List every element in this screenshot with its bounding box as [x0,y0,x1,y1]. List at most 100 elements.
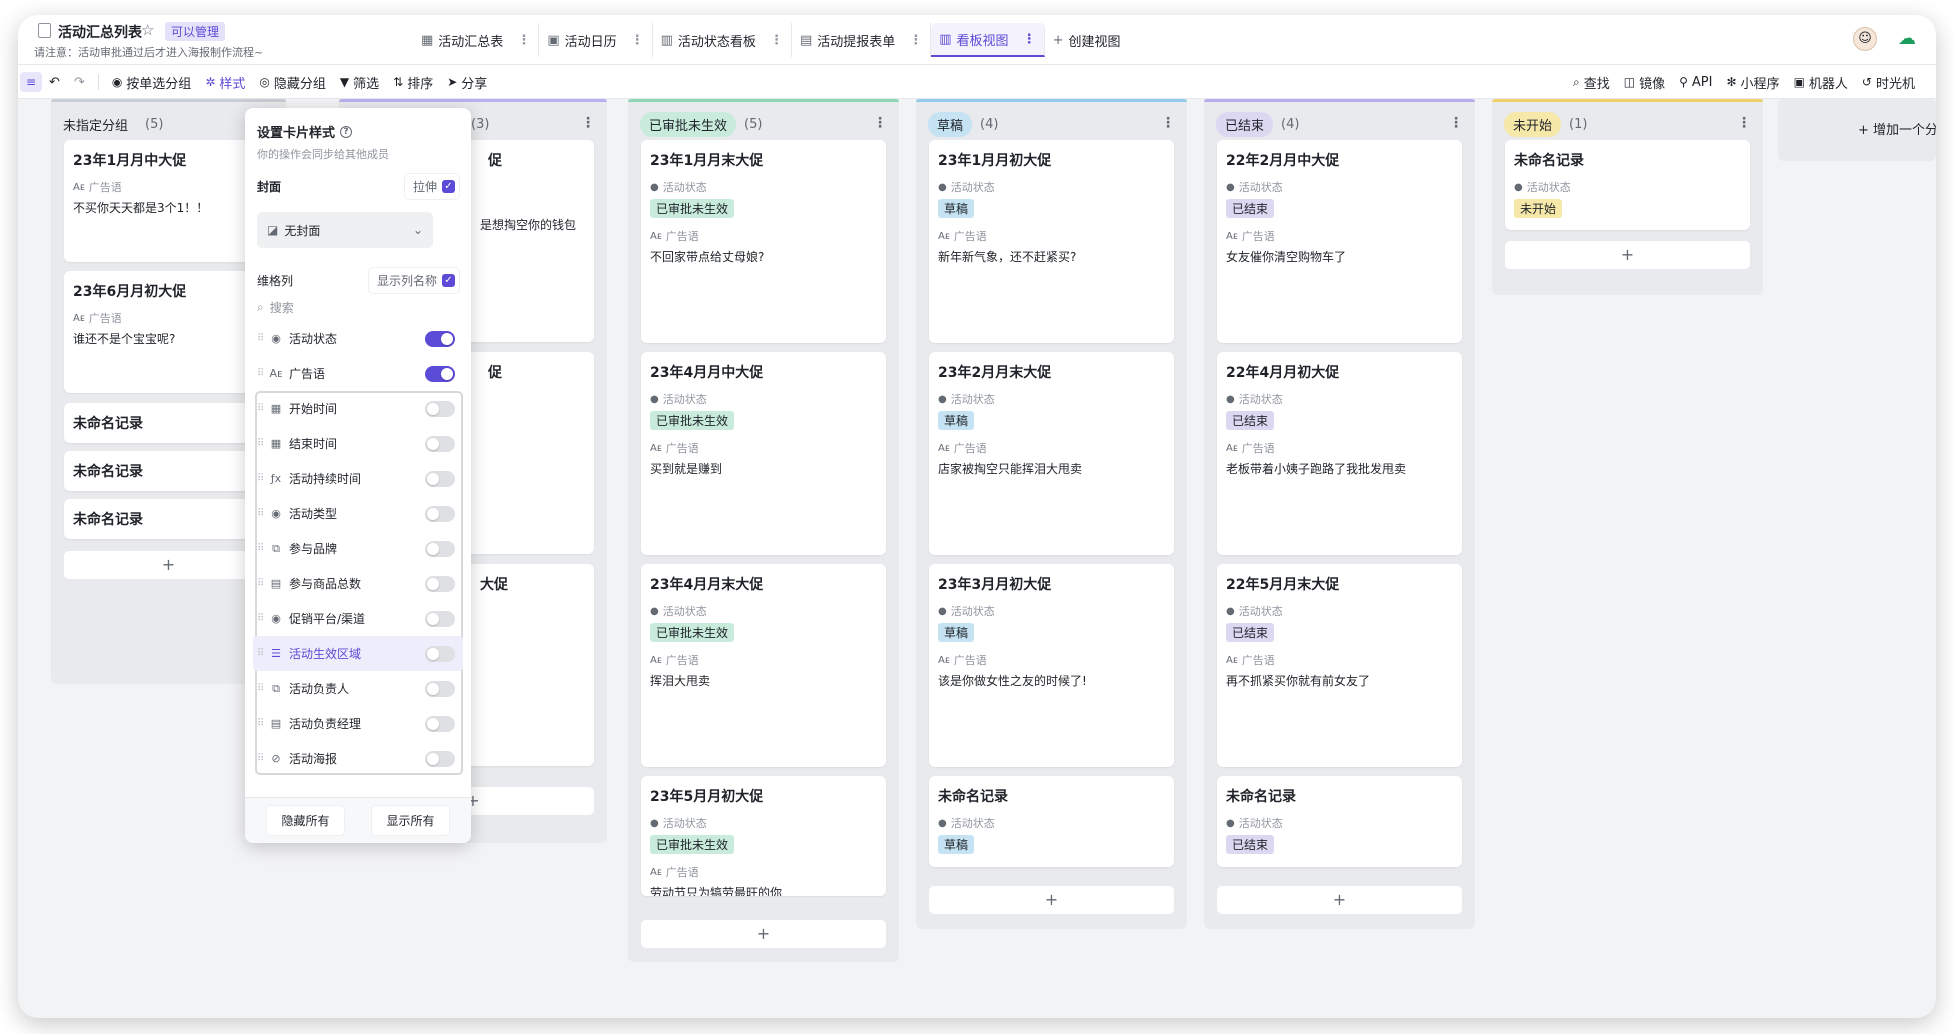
visibility-toggle[interactable] [425,645,455,662]
cover-select[interactable]: ◪ 无封面 ⌄ [257,212,433,248]
add-card-button[interactable]: + [64,551,273,579]
add-card-button[interactable]: + [929,886,1174,914]
drag-handle-icon[interactable]: ⠿ [257,718,267,729]
field-item-slogan[interactable]: ⠿ Aᴇ 广告语 [253,356,463,391]
robot-button[interactable]: ▣ 机器人 [1787,65,1855,99]
drag-handle-icon[interactable]: ⠿ [257,438,267,449]
cloud-sync-icon[interactable]: ☁ [1898,28,1926,50]
field-item-brands[interactable]: ⠿ ⧉ 参与品牌 [253,531,463,566]
kanban-card[interactable]: 22年4月月初大促 ● 活动状态 已结束 Aᴇ 广告语 老板带着小姨子跑路了我批发甩… [1217,352,1462,555]
time-machine-button[interactable]: ↺ 时光机 [1855,65,1922,99]
show-all-button[interactable]: 显示所有 [372,806,449,835]
more-icon[interactable]: ⋮ [581,115,595,131]
style-button[interactable]: ✲ 样式 [198,65,252,99]
drag-handle-icon[interactable]: ⠿ [257,473,267,484]
kanban-card[interactable]: 未命名记录 ● 活动状态 未开始 [1505,140,1750,230]
find-button[interactable]: ⌕ 查找 [1566,65,1617,99]
share-button[interactable]: ➤ 分享 [440,65,494,99]
drag-handle-icon[interactable]: ⠿ [257,543,267,554]
drag-handle-icon[interactable]: ⠿ [257,403,267,414]
drag-handle-icon[interactable]: ⠿ [257,648,267,659]
kanban-card[interactable]: 23年6月月初大促 Aᴇ 广告语 谁还不是个宝宝呢? [64,271,273,393]
more-icon[interactable]: ⋮ [1449,115,1463,131]
more-icon[interactable]: ⋮ [1737,115,1751,131]
add-card-button[interactable]: + [1505,241,1750,269]
field-item-owner[interactable]: ⠿ ⧉ 活动负责人 [253,671,463,706]
star-icon[interactable]: ☆ [141,21,154,39]
tab-activity-status-kanban[interactable]: ▥ 活动状态看板 ⋮ [653,23,792,57]
field-item-poster[interactable]: ⠿ ⊘ 活动海报 [253,741,463,776]
api-button[interactable]: ⚲ API [1672,65,1719,99]
kanban-card[interactable]: 23年3月月初大促 ● 活动状态 草稿 Aᴇ 广告语 该是你做女性之友的时候了! [929,564,1174,767]
hide-group-button[interactable]: ◎ 隐藏分组 [252,65,333,99]
hide-all-button[interactable]: 隐藏所有 [267,806,344,835]
kanban-card[interactable]: 23年1月月末大促 ● 活动状态 已审批未生效 Aᴇ 广告语 不回家带点给丈母娘? [641,140,886,343]
field-item-end-time[interactable]: ⠿ ▦ 结束时间 [253,426,463,461]
field-item-channel[interactable]: ⠿ ◉ 促销平台/渠道 [253,601,463,636]
drag-handle-icon[interactable]: ⠿ [257,753,267,764]
kanban-card[interactable]: 未命名记录 ● 活动状态 已结束 [1217,776,1462,867]
mirror-button[interactable]: ◫ 镜像 [1617,65,1672,99]
more-icon[interactable]: ⋮ [873,115,887,131]
kanban-card[interactable]: 23年5月月初大促 ● 活动状态 已审批未生效 Aᴇ 广告语 劳动节只为犒劳最旺的你 [641,776,886,896]
mini-program-button[interactable]: ✻ 小程序 [1719,65,1786,99]
kanban-card[interactable]: 23年2月月末大促 ● 活动状态 草稿 Aᴇ 广告语 店家被掏空只能挥泪大甩卖 [929,352,1174,555]
visibility-toggle[interactable] [425,505,455,522]
field-item-activity-status[interactable]: ⠿ ◉ 活动状态 [253,321,463,356]
visibility-toggle[interactable] [425,750,455,767]
drag-handle-icon[interactable]: ⠿ [257,613,267,624]
visibility-toggle[interactable] [425,610,455,627]
visibility-toggle[interactable] [425,365,455,382]
filter-button[interactable]: ▼ 筛选 [333,65,386,99]
visibility-toggle[interactable] [425,575,455,592]
field-item-region[interactable]: ⠿ ☰ 活动生效区域 [253,636,463,671]
more-icon[interactable]: ⋮ [770,33,783,48]
sort-button[interactable]: ⇅ 排序 [386,65,440,99]
visibility-toggle[interactable] [425,435,455,452]
kanban-card[interactable]: 23年4月月中大促 ● 活动状态 已审批未生效 Aᴇ 广告语 买到就是赚到 [641,352,886,555]
drag-handle-icon[interactable]: ⠿ [257,508,267,519]
more-icon[interactable]: ⋮ [517,33,530,48]
kanban-card[interactable]: 未命名记录 [64,499,273,539]
kanban-card[interactable]: 22年2月月中大促 ● 活动状态 已结束 Aᴇ 广告语 女友催你清空购物车了 [1217,140,1462,343]
kanban-card[interactable]: 未命名记录 [64,403,273,443]
visibility-toggle[interactable] [425,330,455,347]
group-by-button[interactable]: ◉ 按单选分组 [105,65,199,99]
visibility-toggle[interactable] [425,715,455,732]
add-card-button[interactable]: + [641,920,886,948]
kanban-card[interactable]: 23年1月月中大促 Aᴇ 广告语 不买你天天都是3个1！！ [64,140,273,262]
sidebar-toggle-icon[interactable]: ≡ [20,72,42,92]
kanban-card[interactable]: 23年1月月初大促 ● 活动状态 草稿 Aᴇ 广告语 新年新气象，还不赶紧买? [929,140,1174,343]
field-item-manager[interactable]: ⠿ ▤ 活动负责经理 [253,706,463,741]
visibility-toggle[interactable] [425,680,455,697]
drag-handle-icon[interactable]: ⠿ [257,368,267,379]
field-item-start-time[interactable]: ⠿ ▦ 开始时间 [253,391,463,426]
visibility-toggle[interactable] [425,470,455,487]
kanban-card[interactable]: 22年5月月末大促 ● 活动状态 已结束 Aᴇ 广告语 再不抓紧买你就有前女友了 [1217,564,1462,767]
drag-handle-icon[interactable]: ⠿ [257,333,267,344]
kanban-card[interactable]: 23年4月月末大促 ● 活动状态 已审批未生效 Aᴇ 广告语 挥泪大甩卖 [641,564,886,767]
create-view-button[interactable]: + 创建视图 [1045,23,1129,57]
stretch-checkbox[interactable]: 拉伸 ✓ [404,174,459,199]
tab-activity-summary[interactable]: ▦ 活动汇总表 ⋮ [413,23,540,57]
more-icon[interactable]: ⋮ [1161,115,1175,131]
field-item-product-count[interactable]: ⠿ ▤ 参与商品总数 [253,566,463,601]
tab-activity-calendar[interactable]: ▣ 活动日历 ⋮ [539,23,653,57]
show-column-name-checkbox[interactable]: 显示列名称 ✓ [368,268,459,293]
add-group-button[interactable]: + 增加一个分组 [1778,99,1936,161]
help-icon[interactable]: ? [340,125,353,138]
tab-kanban-view[interactable]: ▥ 看板视图 ⋮ [931,23,1045,57]
field-item-duration[interactable]: ⠿ ƒx 活动持续时间 [253,461,463,496]
redo-icon[interactable]: ↷ [67,65,92,99]
visibility-toggle[interactable] [425,400,455,417]
tab-activity-form[interactable]: ▤ 活动提报表单 ⋮ [792,23,932,57]
datasheet-title[interactable]: 活动汇总列表 [58,22,142,42]
drag-handle-icon[interactable]: ⠿ [257,683,267,694]
field-search-input[interactable]: ⌕ 搜索 [257,296,457,318]
kanban-card[interactable]: 未命名记录 [64,451,273,491]
drag-handle-icon[interactable]: ⠿ [257,578,267,589]
undo-icon[interactable]: ↶ [42,65,67,99]
avatar[interactable]: ☺ [1853,27,1877,51]
add-card-button[interactable]: + [1217,886,1462,914]
field-item-activity-type[interactable]: ⠿ ◉ 活动类型 [253,496,463,531]
